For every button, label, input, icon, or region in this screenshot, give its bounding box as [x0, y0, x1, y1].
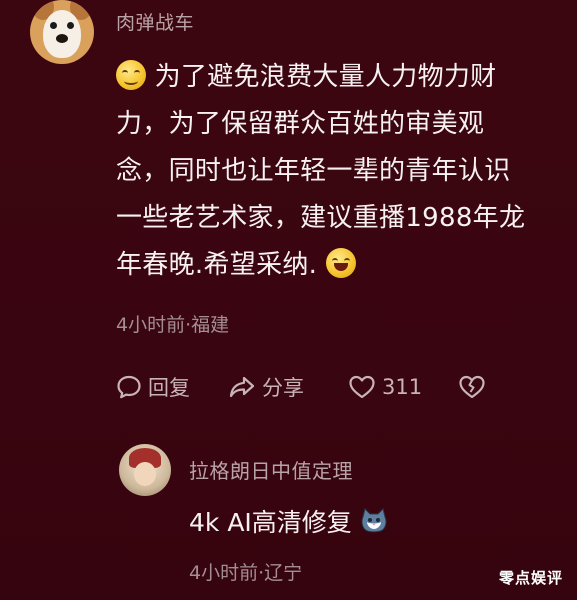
heart-icon — [349, 375, 375, 399]
reply-button[interactable]: 回复 — [116, 372, 228, 402]
reply-icon — [117, 375, 141, 399]
watermark: 零点娱评 — [498, 569, 563, 587]
comment-text-line: 为了避免浪费大量人力物力财 — [154, 62, 497, 92]
reply-username[interactable]: 拉格朗日中值定理 — [189, 455, 353, 484]
share-arrow-icon — [229, 376, 255, 398]
share-button[interactable]: 分享 — [228, 372, 348, 402]
like-button[interactable]: 311 — [348, 374, 458, 400]
reply-avatar[interactable] — [119, 444, 171, 496]
comment-meta: 4小时前·福建 — [116, 314, 230, 336]
smiling-face-emoji-icon — [116, 60, 146, 90]
comment-thread: 肉弹战车 为了避免浪费大量人力物力财 力，为了保留群众百姓的审美观 念，同时也让… — [0, 0, 577, 600]
comment-actions: 回复 分享 311 — [116, 371, 486, 403]
reply-label: 回复 — [148, 376, 190, 400]
comment-text-line: 力，为了保留群众百姓的审美观 — [116, 109, 485, 139]
reply-body: 4k AI高清修复 — [189, 503, 388, 539]
comment-username[interactable]: 肉弹战车 — [116, 8, 194, 35]
laughing-face-emoji-icon — [325, 248, 356, 278]
share-label: 分享 — [262, 376, 304, 400]
comment-text-line: 念，同时也让年轻一辈的青年认识 — [116, 156, 511, 186]
cat-face-emoji-icon — [360, 507, 388, 535]
reply-meta: 4小时前·辽宁 — [189, 562, 303, 584]
reply-text: 4k AI高清修复 — [189, 508, 352, 537]
dislike-button[interactable] — [458, 374, 486, 400]
broken-heart-icon — [459, 375, 485, 399]
comment-text-line: 年春晚.希望采纳. — [116, 250, 318, 280]
avatar[interactable] — [30, 0, 94, 64]
comment-body: 为了避免浪费大量人力物力财 力，为了保留群众百姓的审美观 念，同时也让年轻一辈的… — [116, 54, 556, 289]
comment-text-line: 一些老艺术家，建议重播1988年龙 — [116, 203, 526, 233]
like-count: 311 — [382, 375, 423, 399]
